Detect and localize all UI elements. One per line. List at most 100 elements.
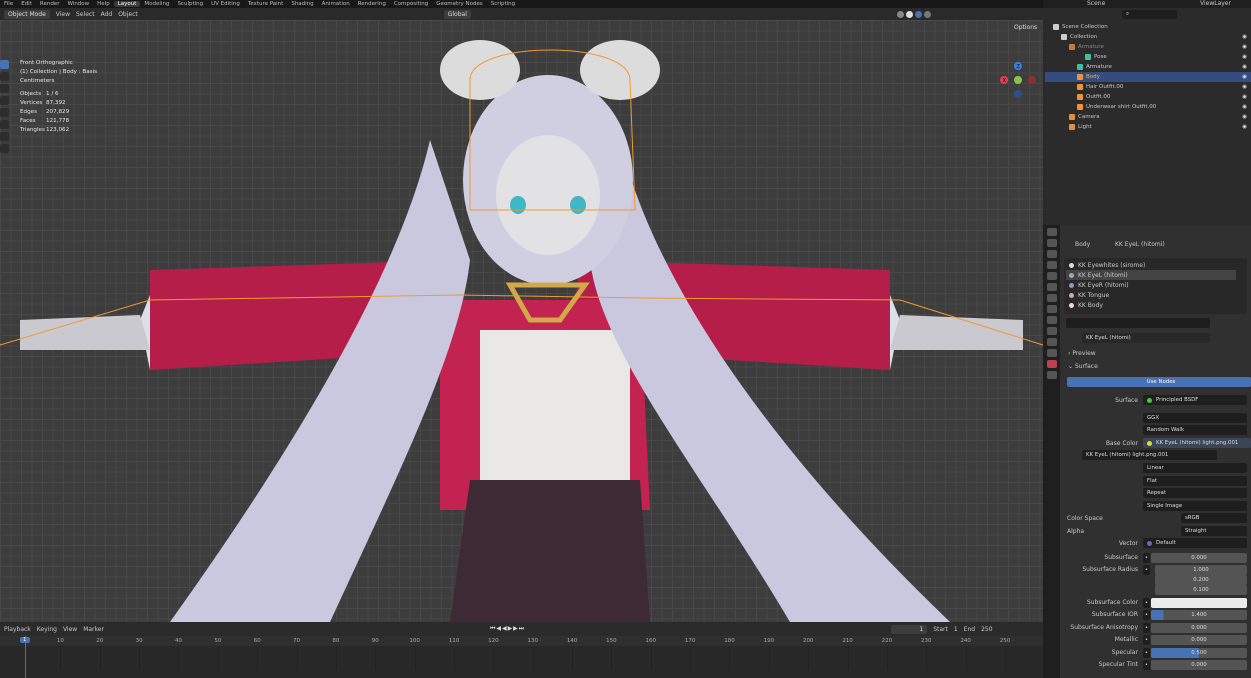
image-datablock-field[interactable]: KK EyeL (hitomi) light.png.001: [1082, 450, 1217, 460]
outliner-item[interactable]: Scene Collection: [1045, 22, 1251, 32]
physics-tab-icon[interactable]: [1046, 327, 1057, 335]
material-filter-input[interactable]: [1066, 318, 1210, 328]
source-dropdown[interactable]: Single Image: [1143, 501, 1247, 511]
modifier-tab-icon[interactable]: [1046, 305, 1057, 313]
value-slider[interactable]: 0.100: [1155, 585, 1247, 595]
visibility-eye-icon[interactable]: ◉: [1242, 74, 1247, 80]
current-frame-marker[interactable]: 1: [20, 637, 30, 643]
outliner-item[interactable]: Outfit.00 ◉: [1045, 92, 1251, 102]
outliner-item[interactable]: Body ◉: [1045, 72, 1251, 82]
workspace-tab-modeling[interactable]: Modeling: [140, 1, 173, 7]
menu-help[interactable]: Help: [93, 1, 114, 7]
socket-button[interactable]: •: [1143, 660, 1150, 670]
texture-tab-icon[interactable]: [1046, 371, 1057, 379]
options-dropdown[interactable]: Options: [1010, 23, 1042, 32]
material-slot[interactable]: KK Body: [1066, 300, 1236, 310]
value-slider[interactable]: 1.400: [1151, 610, 1247, 620]
value-slider[interactable]: 0.000: [1151, 635, 1247, 645]
material-slot[interactable]: KK Tongue: [1066, 290, 1236, 300]
projection-dropdown[interactable]: Flat: [1143, 476, 1247, 486]
menu-file[interactable]: File: [0, 1, 17, 7]
transform-tool-icon[interactable]: [0, 120, 9, 129]
menu-object[interactable]: Object: [118, 11, 138, 18]
material-slot[interactable]: KK Eyewhites (sirome): [1066, 260, 1236, 270]
menu-add[interactable]: Add: [101, 11, 113, 18]
tool-tab-icon[interactable]: [1046, 228, 1057, 236]
workspace-tab-layout[interactable]: Layout: [113, 1, 141, 7]
wireframe-shading-icon[interactable]: [896, 10, 904, 18]
frame-ruler[interactable]: 1102030405060708090100110120130140150160…: [0, 636, 1043, 646]
visibility-eye-icon[interactable]: ◉: [1242, 104, 1247, 110]
measure-tool-icon[interactable]: [0, 144, 9, 153]
rotate-tool-icon[interactable]: [0, 96, 9, 105]
marker-menu[interactable]: Marker: [83, 626, 104, 633]
start-field[interactable]: 1: [954, 626, 958, 633]
workspace-tab-texture-paint[interactable]: Texture Paint: [244, 1, 288, 7]
value-slider[interactable]: 1.000: [1155, 565, 1247, 575]
cursor-tool-icon[interactable]: [0, 72, 9, 81]
surface-shader-field[interactable]: Principled BSDF: [1143, 395, 1247, 405]
workspace-tab-compositing[interactable]: Compositing: [390, 1, 432, 7]
outliner-search-input[interactable]: ⌕: [1122, 10, 1177, 19]
use-nodes-button[interactable]: Use Nodes: [1067, 377, 1251, 387]
value-slider[interactable]: 0.000: [1151, 660, 1247, 670]
keying-menu[interactable]: Keying: [37, 626, 57, 633]
material-name-field[interactable]: KK EyeL (hitomi): [1082, 333, 1210, 343]
playback-controls[interactable]: ⏮◀◀▶▶⏭: [490, 625, 525, 633]
preview-panel-header[interactable]: › Preview: [1068, 350, 1096, 357]
select-box-tool-icon[interactable]: [0, 60, 9, 69]
socket-button[interactable]: •: [1143, 553, 1150, 563]
visibility-eye-icon[interactable]: ◉: [1242, 54, 1247, 60]
value-slider[interactable]: 0.000: [1151, 623, 1247, 633]
render-tab-icon[interactable]: [1046, 239, 1057, 247]
view-layer-name[interactable]: ViewLayer: [1200, 0, 1231, 7]
end-field[interactable]: 250: [981, 626, 992, 633]
material-slot[interactable]: KK EyeL (hitomi): [1066, 270, 1236, 280]
outliner-item[interactable]: Hair Outfit.00 ◉: [1045, 82, 1251, 92]
value-slider[interactable]: 0.000: [1151, 553, 1247, 563]
outliner-item[interactable]: Collection ◉: [1045, 32, 1251, 42]
menu-select[interactable]: Select: [76, 11, 95, 18]
visibility-eye-icon[interactable]: ◉: [1242, 124, 1247, 130]
workspace-tab-sculpting[interactable]: Sculpting: [173, 1, 207, 7]
socket-button[interactable]: •: [1143, 610, 1150, 620]
move-tool-icon[interactable]: [0, 84, 9, 93]
subsurface-method-dropdown[interactable]: Random Walk: [1143, 425, 1247, 435]
view-layer-tab-icon[interactable]: [1046, 261, 1057, 269]
workspace-tab-geometry-nodes[interactable]: Geometry Nodes: [432, 1, 486, 7]
view-menu[interactable]: View: [63, 626, 77, 633]
material-shading-icon[interactable]: [914, 10, 922, 18]
particles-tab-icon[interactable]: [1046, 316, 1057, 324]
workspace-tab-rendering[interactable]: Rendering: [354, 1, 390, 7]
visibility-eye-icon[interactable]: ◉: [1242, 114, 1247, 120]
object-tab-icon[interactable]: [1046, 294, 1057, 302]
base-color-field[interactable]: KK EyeL (hitomi) light.png.001: [1143, 438, 1251, 448]
menu-render[interactable]: Render: [36, 1, 64, 7]
socket-button[interactable]: •: [1143, 623, 1150, 633]
rendered-shading-icon[interactable]: [923, 10, 931, 18]
color-space-dropdown[interactable]: sRGB: [1181, 513, 1247, 523]
visibility-eye-icon[interactable]: ◉: [1242, 34, 1247, 40]
value-slider[interactable]: 0.200: [1155, 575, 1247, 585]
socket-button[interactable]: •: [1143, 598, 1150, 608]
workspace-tab-scripting[interactable]: Scripting: [487, 1, 519, 7]
workspace-tab-animation[interactable]: Animation: [318, 1, 354, 7]
interpolation-dropdown[interactable]: Linear: [1143, 463, 1247, 473]
scale-tool-icon[interactable]: [0, 108, 9, 117]
visibility-eye-icon[interactable]: ◉: [1242, 84, 1247, 90]
socket-button[interactable]: •: [1143, 648, 1150, 658]
vector-field[interactable]: Default: [1143, 538, 1247, 548]
socket-button[interactable]: •: [1143, 635, 1150, 645]
navigation-gizmo[interactable]: X Z: [998, 60, 1038, 100]
constraints-tab-icon[interactable]: [1046, 338, 1057, 346]
visibility-eye-icon[interactable]: ◉: [1242, 64, 1247, 70]
3d-viewport[interactable]: Front Orthographic (1) Collection | Body…: [0, 20, 1043, 622]
menu-view[interactable]: View: [56, 11, 70, 18]
visibility-eye-icon[interactable]: ◉: [1242, 94, 1247, 100]
mode-dropdown[interactable]: Object Mode: [4, 9, 50, 19]
distribution-dropdown[interactable]: GGX: [1143, 413, 1247, 423]
playback-menu[interactable]: Playback: [4, 626, 31, 633]
extension-dropdown[interactable]: Repeat: [1143, 488, 1247, 498]
output-tab-icon[interactable]: [1046, 250, 1057, 258]
visibility-eye-icon[interactable]: ◉: [1242, 44, 1247, 50]
